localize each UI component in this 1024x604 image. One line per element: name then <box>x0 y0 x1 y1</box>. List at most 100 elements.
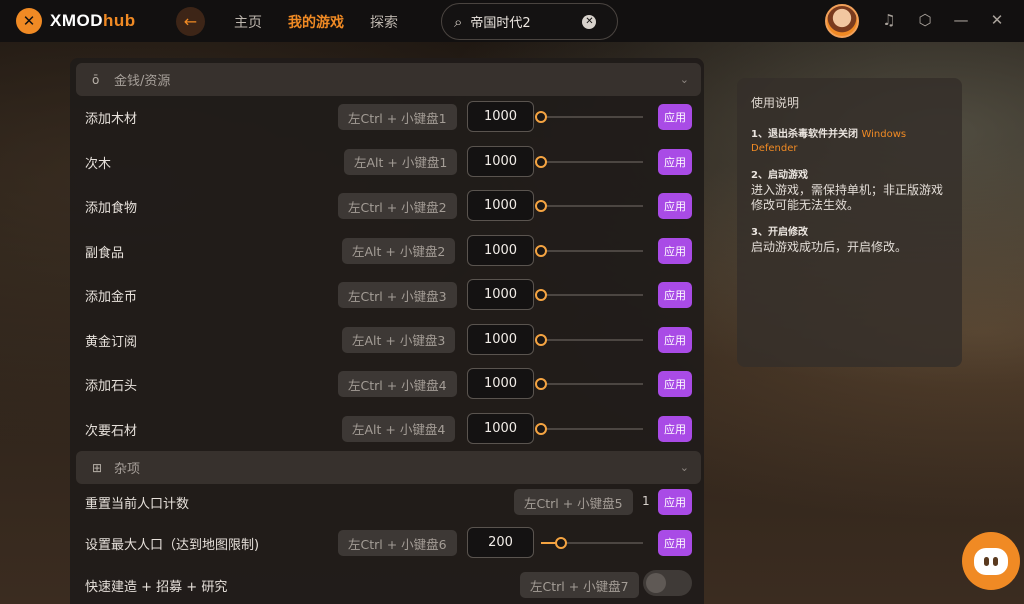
value-slider[interactable] <box>535 111 643 123</box>
value-input[interactable]: 1000 <box>467 323 534 355</box>
value-input[interactable]: 1000 <box>467 234 534 266</box>
cheat-row: 次要石材 左Alt + 小键盘4 1000 应用 <box>70 411 704 447</box>
slider-knob[interactable] <box>555 537 568 549</box>
nav-explore[interactable]: 探索 <box>370 12 398 32</box>
cheat-label: 添加金币 <box>85 290 138 305</box>
chat-assistant-icon <box>974 547 1008 575</box>
logo-icon: ✕ <box>16 8 42 34</box>
cheat-row: 重置当前人口计数 左Ctrl + 小键盘5 1 应用 <box>70 484 704 520</box>
grid-icon: ⊞ <box>92 460 103 475</box>
hotkey-badge[interactable]: 左Ctrl + 小键盘6 <box>338 530 457 556</box>
section-header-misc[interactable]: ⊞ 杂项 ⌄ <box>76 451 701 484</box>
slider-knob[interactable] <box>535 422 547 435</box>
value-input[interactable]: 1000 <box>467 190 534 221</box>
slider-knob[interactable] <box>535 111 547 123</box>
notification-icon[interactable]: ♫ <box>880 11 898 29</box>
hotkey-badge[interactable]: 左Alt + 小键盘4 <box>342 415 456 442</box>
value-input[interactable]: 1000 <box>467 368 534 399</box>
chevron-down-icon[interactable]: ⌄ <box>680 461 689 474</box>
slider-knob[interactable] <box>535 155 547 168</box>
search-icon: ⌕ <box>454 12 463 31</box>
settings-icon[interactable]: ⬡ <box>916 11 934 29</box>
apply-button[interactable]: 应用 <box>658 104 692 130</box>
cheat-row: 添加食物 左Ctrl + 小键盘2 1000 应用 <box>70 188 704 224</box>
chevron-down-icon[interactable]: ⌄ <box>680 73 689 86</box>
cheat-row: 黄金订阅 左Alt + 小键盘3 1000 应用 <box>70 322 704 358</box>
search-input[interactable] <box>470 14 579 29</box>
close-icon[interactable]: ✕ <box>582 14 597 29</box>
hotkey-badge[interactable]: 左Alt + 小键盘2 <box>342 237 456 264</box>
apply-button[interactable]: 应用 <box>658 415 692 442</box>
instruction-step-2: 2、启动游戏 进入游戏，需保持单机；非正版游戏修改可能无法生效。 <box>751 170 944 212</box>
hotkey-badge[interactable]: 左Ctrl + 小键盘1 <box>338 104 457 130</box>
cheat-label: 副食品 <box>85 245 125 261</box>
section-header-resources[interactable]: ō 金钱/资源 ⌄ <box>76 63 701 96</box>
logo-text: XMODhub <box>50 11 136 30</box>
back-button[interactable]: ← <box>176 7 205 36</box>
nav-my-games[interactable]: 我的游戏 <box>288 12 344 32</box>
value-slider[interactable] <box>535 289 643 301</box>
hotkey-badge[interactable]: 左Alt + 小键盘1 <box>344 148 458 175</box>
toggle-knob <box>646 573 666 593</box>
cheat-row: 添加石头 左Ctrl + 小键盘4 1000 应用 <box>70 366 704 402</box>
value-slider[interactable] <box>535 155 643 168</box>
chat-assistant-button[interactable] <box>962 532 1020 590</box>
slider-knob[interactable] <box>535 289 547 301</box>
collapse-icon[interactable]: ✕ <box>988 11 1006 29</box>
apply-button[interactable]: 应用 <box>658 193 692 219</box>
value-input[interactable]: 1000 <box>467 145 534 177</box>
hotkey-badge[interactable]: 左Ctrl + 小键盘2 <box>338 193 457 219</box>
section-title: 金钱/资源 <box>114 74 171 89</box>
value-slider[interactable] <box>535 378 643 390</box>
apply-button[interactable]: 应用 <box>658 148 692 175</box>
cheat-label: 次木 <box>85 156 112 172</box>
search-box: ⌕ ✕ <box>441 3 618 40</box>
nav-home[interactable]: 主页 <box>234 12 262 32</box>
cheat-row: 次木 左Alt + 小键盘1 1000 应用 <box>70 144 704 180</box>
cheat-label: 设置最大人口（达到地图限制) <box>85 538 260 553</box>
slider-knob[interactable] <box>535 244 547 257</box>
hotkey-badge[interactable]: 左Alt + 小键盘3 <box>342 326 456 353</box>
value-input[interactable]: 1000 <box>467 412 534 444</box>
value-input[interactable]: 1000 <box>467 101 534 132</box>
hotkey-badge[interactable]: 左Ctrl + 小键盘4 <box>338 371 457 397</box>
cheat-row: 添加木材 左Ctrl + 小键盘1 1000 应用 <box>70 99 704 135</box>
instructions-title: 使用说明 <box>751 96 800 110</box>
slider-knob[interactable] <box>535 378 547 390</box>
value-input[interactable]: 200 <box>467 527 534 558</box>
app-logo[interactable]: ✕ XMODhub <box>16 8 166 34</box>
apply-button[interactable]: 应用 <box>658 326 692 353</box>
hotkey-badge[interactable]: 左Ctrl + 小键盘7 <box>520 572 639 598</box>
value-slider[interactable] <box>541 537 643 549</box>
arrow-left-icon: ← <box>183 12 198 31</box>
apply-button[interactable]: 应用 <box>658 282 692 308</box>
cheat-label: 黄金订阅 <box>85 334 138 350</box>
avatar[interactable] <box>825 4 859 38</box>
minimize-icon[interactable]: — <box>952 11 970 29</box>
slider-knob[interactable] <box>535 200 547 212</box>
apply-button[interactable]: 应用 <box>658 489 692 515</box>
value-display: 1 <box>642 494 650 508</box>
hotkey-badge[interactable]: 左Ctrl + 小键盘3 <box>338 282 457 308</box>
instruction-step-3: 3、开启修改 启动游戏成功后，开启修改。 <box>751 227 908 254</box>
feature-toggle[interactable] <box>643 570 692 596</box>
value-input[interactable]: 1000 <box>467 279 534 310</box>
money-bag-icon: ō <box>92 72 100 87</box>
value-slider[interactable] <box>535 422 643 435</box>
cheat-row: 副食品 左Alt + 小键盘2 1000 应用 <box>70 233 704 269</box>
apply-button[interactable]: 应用 <box>658 530 692 556</box>
value-slider[interactable] <box>535 244 643 257</box>
cheat-label: 添加木材 <box>85 112 138 127</box>
cheat-label: 次要石材 <box>85 423 138 439</box>
slider-knob[interactable] <box>535 333 547 346</box>
cheat-row: 快速建造 + 招募 + 研究 左Ctrl + 小键盘7 <box>70 567 704 603</box>
value-slider[interactable] <box>535 333 643 346</box>
section-title: 杂项 <box>114 462 141 477</box>
apply-button[interactable]: 应用 <box>658 371 692 397</box>
hotkey-badge[interactable]: 左Ctrl + 小键盘5 <box>514 489 633 515</box>
instruction-step-1: 1、退出杀毒软件并关闭 Windows Defender <box>751 129 907 154</box>
value-slider[interactable] <box>535 200 643 212</box>
cheat-label: 快速建造 + 招募 + 研究 <box>85 580 228 595</box>
apply-button[interactable]: 应用 <box>658 237 692 264</box>
main-nav: 主页 我的游戏 探索 <box>234 12 398 32</box>
